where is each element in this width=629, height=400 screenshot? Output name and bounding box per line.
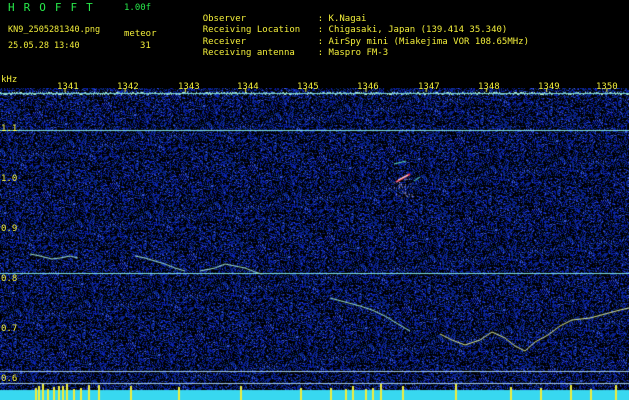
y-tick-label: 0.6 (1, 374, 18, 384)
spectrogram-window: { "header": { "brand": "HROFFT", "versio… (0, 0, 629, 400)
meteor-count-label: meteor (124, 29, 157, 39)
x-tick-label: 1342 (117, 82, 139, 92)
x-tick-label: 1341 (57, 82, 79, 92)
x-tick-label: 1347 (418, 82, 440, 92)
spectrogram-canvas (0, 88, 629, 400)
x-tick-label: 1346 (357, 82, 379, 92)
file-name: KN9_2505281340.png (8, 25, 101, 35)
y-tick-label: 1.0 (1, 174, 18, 184)
capture-datetime: 25.05.28 13:40 (8, 41, 80, 51)
y-tick-label: 1.1 (1, 124, 18, 134)
x-tick-label: 1349 (538, 82, 560, 92)
y-axis-unit: kHz (1, 75, 18, 85)
x-tick-label: 1348 (478, 82, 500, 92)
y-tick-label: 0.9 (1, 224, 18, 234)
app-version: 1.00f (124, 3, 152, 13)
x-tick-label: 1344 (237, 82, 259, 92)
info-row-antenna: Receiving antenna : Maspro FM-3 (181, 38, 388, 68)
app-brand: HROFFT (8, 1, 102, 14)
y-tick-label: 0.7 (1, 324, 18, 334)
x-tick-label: 1345 (297, 82, 319, 92)
y-tick-label: 0.8 (1, 274, 18, 284)
x-tick-label: 1350 (596, 82, 618, 92)
meteor-count-value: 31 (140, 41, 151, 51)
x-tick-label: 1343 (178, 82, 200, 92)
info-key: Receiving antenna (202, 48, 295, 58)
info-value: : Maspro FM-3 (317, 48, 389, 58)
